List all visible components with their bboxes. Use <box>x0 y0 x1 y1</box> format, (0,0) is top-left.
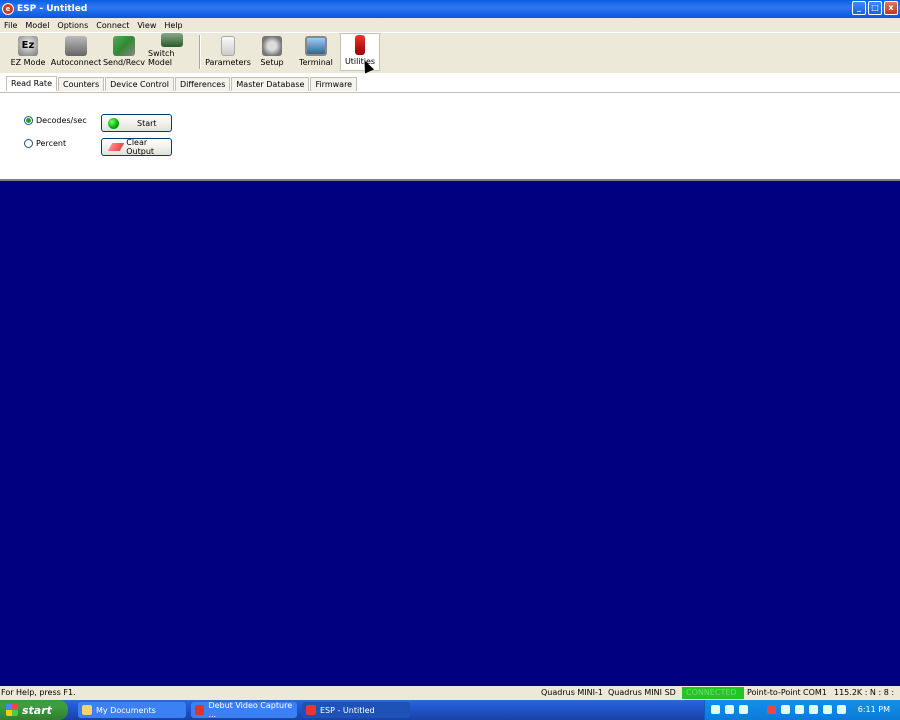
autoconnect-icon <box>65 36 87 56</box>
tray-help-icon[interactable] <box>739 705 748 714</box>
switch-model-icon <box>161 33 183 47</box>
toolbar-separator <box>199 35 201 69</box>
start-label: Start <box>137 118 157 128</box>
task-label: My Documents <box>96 705 156 715</box>
decodes-sec-label: Decodes/sec <box>36 116 87 125</box>
taskbar: start My Documents Debut Video Capture .… <box>0 700 900 720</box>
esp-app-icon: e <box>2 3 14 15</box>
output-area[interactable] <box>0 179 900 686</box>
tab-differences[interactable]: Differences <box>174 77 231 91</box>
task-my-documents[interactable]: My Documents <box>78 702 186 718</box>
send-recv-icon <box>113 36 135 56</box>
menu-help[interactable]: Help <box>160 21 186 30</box>
folder-icon <box>82 705 92 715</box>
start-button[interactable]: Start <box>101 114 172 132</box>
send-recv-label: Send/Recv <box>102 58 146 67</box>
task-debut-video-capture[interactable]: Debut Video Capture ... <box>191 701 297 719</box>
percent-label: Percent <box>36 139 67 148</box>
terminal-label: Terminal <box>299 58 333 67</box>
status-connection: CONNECTED <box>682 687 744 699</box>
radio-unselected-icon <box>24 139 33 148</box>
clear-output-button[interactable]: Clear Output <box>101 138 172 156</box>
green-light-icon <box>108 117 119 129</box>
status-model: Quadrus MINI-1 <box>541 688 603 697</box>
menu-model[interactable]: Model <box>21 21 53 30</box>
switch-model-label: Switch Model <box>148 49 175 67</box>
tab-strip: Read Rate Counters Device Control Differ… <box>6 76 358 92</box>
menu-options[interactable]: Options <box>53 21 92 30</box>
tray-app-icon[interactable] <box>809 705 818 714</box>
utilities-button[interactable]: Utilities <box>340 33 380 71</box>
read-rate-panel: Decodes/sec Percent Start Clear Output <box>0 92 900 179</box>
minimize-button[interactable]: _ <box>852 1 866 15</box>
autoconnect-button[interactable]: Autoconnect <box>50 33 102 71</box>
task-label: ESP - Untitled <box>320 705 375 715</box>
autoconnect-label: Autoconnect <box>50 58 102 67</box>
ez-mode-button[interactable]: Ez EZ Mode <box>4 33 52 71</box>
task-esp-untitled[interactable]: ESP - Untitled <box>302 702 410 718</box>
status-settings: 115.2K : N : 8 : 1 <box>834 688 895 709</box>
setup-label: Setup <box>260 58 284 67</box>
tab-master-database[interactable]: Master Database <box>231 77 310 91</box>
terminal-icon <box>305 36 327 56</box>
tray-esp-icon[interactable] <box>767 705 776 714</box>
parameters-button[interactable]: Parameters <box>204 33 252 71</box>
title-bar[interactable]: e ESP - Untitled _ □ x <box>0 0 900 18</box>
window-title: ESP - Untitled <box>17 4 88 14</box>
close-button[interactable]: x <box>884 1 898 15</box>
percent-radio[interactable]: Percent <box>24 139 66 148</box>
status-mode: Point-to-Point <box>747 688 801 697</box>
windows-flag-icon <box>6 704 18 716</box>
setup-button[interactable]: Setup <box>252 33 292 71</box>
tray-app-icon[interactable] <box>795 705 804 714</box>
menu-connect[interactable]: Connect <box>92 21 133 30</box>
task-label: Debut Video Capture ... <box>208 701 293 719</box>
esp-app-icon <box>306 705 316 715</box>
esp-window: e ESP - Untitled _ □ x File Model Option… <box>0 0 900 709</box>
utilities-icon <box>355 35 365 55</box>
send-recv-button[interactable]: Send/Recv <box>100 33 148 71</box>
ez-mode-icon: Ez <box>18 36 38 56</box>
menu-file[interactable]: File <box>0 21 21 30</box>
radio-selected-icon <box>24 116 33 125</box>
status-bar: For Help, press F1. Quadrus MINI-1 Quadr… <box>0 686 900 709</box>
start-label: start <box>22 703 52 717</box>
maximize-button[interactable]: □ <box>868 1 882 15</box>
tab-counters[interactable]: Counters <box>58 77 105 91</box>
start-menu-button[interactable]: start <box>0 700 68 720</box>
toolbar: Ez EZ Mode Autoconnect Send/Recv Switch … <box>0 33 900 73</box>
switch-model-button[interactable]: Switch Model <box>148 33 196 71</box>
tab-firmware[interactable]: Firmware <box>310 77 358 91</box>
tab-device-control[interactable]: Device Control <box>105 77 174 91</box>
clear-output-label: Clear Output <box>126 138 155 156</box>
menu-view[interactable]: View <box>133 21 160 30</box>
system-tray: 6:11 PM <box>704 700 900 720</box>
status-help: For Help, press F1. <box>1 688 76 697</box>
status-reader: Quadrus MINI SD <box>608 688 676 697</box>
ez-mode-label: EZ Mode <box>10 58 46 67</box>
tray-volume-icon[interactable] <box>837 705 846 714</box>
setup-icon <box>262 36 282 56</box>
tray-app-icon[interactable] <box>781 705 790 714</box>
decodes-sec-radio[interactable]: Decodes/sec <box>24 116 87 125</box>
clock: 6:11 PM <box>857 705 890 714</box>
terminal-button[interactable]: Terminal <box>292 33 340 71</box>
eraser-icon <box>107 143 125 151</box>
parameters-label: Parameters <box>205 58 251 67</box>
status-port: COM1 <box>803 688 827 697</box>
debut-app-icon <box>195 705 205 715</box>
tray-tool-icon[interactable] <box>711 705 720 714</box>
menu-bar: File Model Options Connect View Help <box>0 18 900 32</box>
parameters-icon <box>221 36 235 56</box>
tray-app-icon[interactable] <box>823 705 832 714</box>
tray-network-icon[interactable] <box>725 705 734 714</box>
tab-read-rate[interactable]: Read Rate <box>6 76 57 91</box>
